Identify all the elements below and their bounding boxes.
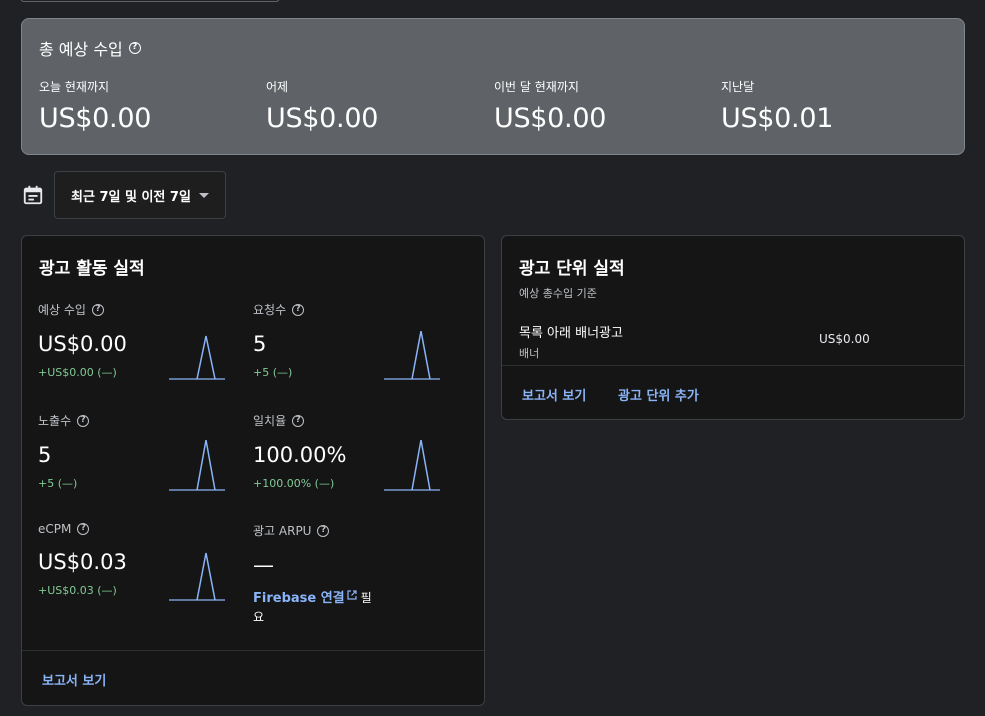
ad-activity-card: 광고 활동 실적 예상 수입? US$0.00 +US$0.00 (—) 요청수… [21, 235, 485, 706]
ad-unit-card: 광고 단위 실적 예상 총수입 기준 목록 아래 배너광고 배너 US$0.00… [501, 235, 965, 420]
view-report-link[interactable]: 보고서 보기 [42, 670, 106, 689]
ad-unit-type: 배너 [519, 347, 540, 360]
ad-unit-value: US$0.00 [819, 332, 870, 346]
sparkline-match-rate [384, 440, 440, 491]
ad-unit-subtitle: 예상 총수입 기준 [519, 287, 597, 300]
help-icon[interactable]: ? [292, 303, 305, 316]
help-icon[interactable]: ? [317, 524, 330, 537]
add-ad-unit-link[interactable]: 광고 단위 추가 [618, 385, 699, 404]
sparkline-estimated-earnings [169, 335, 225, 380]
date-filter-row: 최근 7일 및 이전 7일 [22, 171, 226, 219]
sparkline-requests [384, 331, 440, 380]
date-range-dropdown[interactable]: 최근 7일 및 이전 7일 [54, 171, 226, 219]
ad-unit-title: 광고 단위 실적 [519, 259, 625, 279]
help-icon[interactable]: ? [77, 414, 90, 427]
help-icon[interactable]: ? [77, 523, 90, 535]
earnings-today: 오늘 현재까지 US$0.00 [39, 80, 152, 134]
top-control-stub [20, 0, 280, 2]
firebase-note: Firebase 연결 필요 [253, 590, 372, 624]
sparkline-ecpm [169, 552, 225, 601]
sparkline-impressions [169, 440, 225, 491]
divider [502, 365, 964, 366]
calendar-icon [23, 185, 43, 205]
earnings-this-month: 이번 달 현재까지 US$0.00 [494, 80, 607, 134]
total-earnings-title: 총 예상 수입 ? [39, 36, 141, 60]
metric-ad-arpu: 광고 ARPU? — Firebase 연결 필요 [253, 522, 463, 627]
help-icon[interactable]: ? [91, 303, 104, 316]
firebase-connect-link[interactable]: Firebase 연결 [253, 591, 345, 606]
divider [22, 650, 484, 651]
help-icon[interactable]: ? [128, 42, 141, 54]
earnings-last-month: 지난달 US$0.01 [721, 80, 834, 134]
view-report-link[interactable]: 보고서 보기 [522, 385, 586, 404]
ad-unit-name: 목록 아래 배너광고 [519, 326, 623, 341]
earnings-yesterday: 어제 US$0.00 [266, 80, 379, 134]
help-icon[interactable]: ? [292, 414, 305, 427]
ad-activity-title: 광고 활동 실적 [39, 259, 145, 279]
external-link-icon [347, 590, 357, 600]
total-earnings-card: 총 예상 수입 ? 오늘 현재까지 US$0.00 어제 US$0.00 이번 … [21, 18, 965, 155]
ad-unit-row[interactable]: 목록 아래 배너광고 배너 US$0.00 [519, 322, 949, 361]
dropdown-arrow-icon [198, 192, 209, 198]
